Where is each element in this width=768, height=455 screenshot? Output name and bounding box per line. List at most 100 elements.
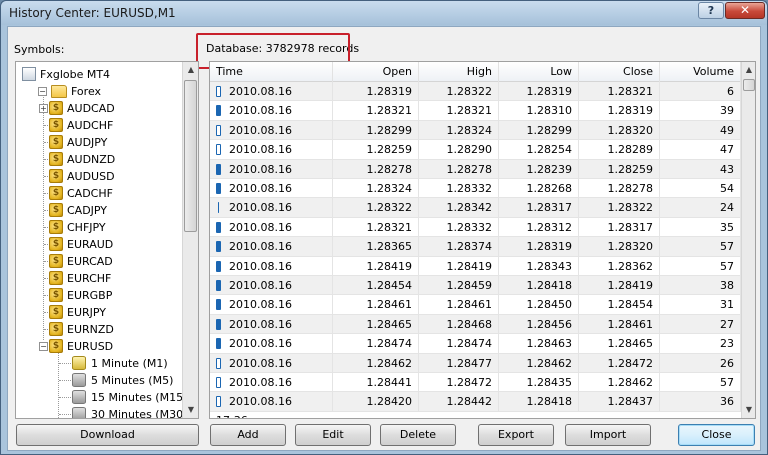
scroll-thumb[interactable] [743, 79, 755, 91]
table-row[interactable]: 2010.08.16 17:36 1.284201.284421.284181.2… [210, 392, 741, 418]
table-row[interactable]: 2010.08.16 17:391.284741.284741.284631.2… [210, 334, 741, 369]
symbol-item[interactable]: $ EURJPY [49, 304, 106, 320]
window-title: History Center: EURUSD,M1 [9, 6, 176, 20]
add-button[interactable]: Add [210, 424, 286, 446]
table-cell: 2010.08.16 17:52 [210, 82, 333, 117]
timeframe-item[interactable]: 15 Minutes (M15) [72, 389, 187, 405]
symbol-item[interactable]: $ AUDJPY [49, 134, 107, 150]
symbol-item[interactable]: $ AUDUSD [49, 168, 115, 184]
symbol-item[interactable]: $ AUDNZD [49, 151, 115, 167]
table-cell: 23 [660, 334, 741, 354]
table-cell: 1.28319 [499, 82, 579, 102]
table-row[interactable]: 2010.08.16 17:421.284541.284591.284181.2… [210, 276, 741, 311]
tree-group-forex[interactable]: − Forex [38, 83, 101, 99]
delete-button[interactable]: Delete [380, 424, 456, 446]
scroll-up-arrow-icon[interactable]: ▲ [742, 62, 755, 78]
currency-icon: $ [49, 186, 63, 200]
symbol-item[interactable]: $ EURNZD [49, 321, 114, 337]
symbol-item[interactable]: $ CADCHF [49, 185, 113, 201]
table-row[interactable]: 2010.08.16 17:451.283211.283321.283121.2… [210, 217, 741, 253]
candle-icon [216, 183, 221, 194]
timeframe-item[interactable]: 1 Minute (M1) [72, 355, 168, 371]
table-row[interactable]: 2010.08.16 17:501.282991.283241.282991.2… [210, 120, 741, 156]
table-row[interactable]: 2010.08.16 17:481.282781.282781.282391.2… [210, 159, 741, 195]
timeframe-item[interactable]: 30 Minutes (M30) [72, 406, 187, 418]
import-button[interactable]: Import [565, 424, 651, 446]
symbol-item[interactable]: $ EURGBP [49, 287, 112, 303]
tree-root[interactable]: Fxglobe MT4 [22, 66, 110, 82]
table-row[interactable]: 2010.08.16 17:511.283211.283211.283101.2… [210, 101, 741, 136]
currency-icon: $ [49, 322, 63, 336]
scroll-up-arrow-icon[interactable]: ▲ [183, 62, 198, 78]
column-header-time[interactable]: Time [210, 62, 333, 82]
table-row[interactable]: 2010.08.16 17:401.284651.284681.284561.2… [210, 314, 741, 350]
table-cell: 1.28239 [499, 159, 579, 179]
table-row[interactable]: 2010.08.16 17:461.283221.283421.283171.2… [210, 198, 741, 233]
symbol-label: EURGBP [67, 288, 113, 302]
symbol-item[interactable]: $ EURCHF [49, 270, 111, 286]
help-button[interactable]: ? [698, 2, 724, 19]
scroll-down-arrow-icon[interactable]: ▼ [742, 402, 755, 418]
table-cell: 1.28332 [419, 217, 499, 238]
table-row[interactable]: 2010.08.16 17:371.284411.284721.284351.2… [210, 373, 741, 408]
export-button[interactable]: Export [478, 424, 554, 446]
table-cell: 2010.08.16 17:48 [210, 159, 333, 195]
table-cell: 43 [660, 159, 741, 179]
history-table[interactable]: Time Open High Low Close Volume 2010.08.… [209, 61, 756, 419]
edit-button[interactable]: Edit [295, 424, 371, 446]
expand-icon[interactable]: + [39, 103, 48, 113]
table-cell: 27 [660, 314, 741, 335]
table-row[interactable]: 2010.08.16 17:521.283191.283221.283191.2… [210, 82, 741, 117]
table-cell: 1.28317 [579, 217, 660, 238]
table-cell: 2010.08.16 17:42 [210, 276, 333, 311]
terminal-icon [22, 67, 36, 81]
currency-icon: $ [49, 203, 63, 217]
table-row[interactable]: 2010.08.16 17:431.284191.284191.283431.2… [210, 256, 741, 292]
table-row[interactable]: 2010.08.16 17:491.282591.282901.282541.2… [210, 140, 741, 175]
table-row[interactable]: 2010.08.16 17:411.284611.284611.284501.2… [210, 295, 741, 330]
collapse-icon[interactable]: − [39, 341, 48, 351]
close-window-button[interactable]: ✕ [725, 2, 765, 19]
download-button[interactable]: Download [16, 424, 199, 446]
table-cell: 57 [660, 373, 741, 393]
tree-scrollbar[interactable]: ▲ ▼ [182, 62, 198, 418]
table-cell: 1.28418 [499, 276, 579, 296]
table-cell: 1.28456 [499, 314, 579, 335]
scroll-thumb[interactable] [184, 80, 197, 232]
column-header-open[interactable]: Open [333, 62, 419, 82]
symbol-item[interactable]: $ EURCAD [49, 253, 113, 269]
table-row[interactable]: 2010.08.16 17:471.283241.283321.282681.2… [210, 179, 741, 214]
column-header-low[interactable]: Low [499, 62, 579, 82]
candle-icon [216, 357, 221, 369]
table-cell: 2010.08.16 17:50 [210, 120, 333, 156]
candle-icon [216, 318, 221, 330]
candle-icon [216, 338, 221, 350]
symbol-item[interactable]: + $ AUDCAD [39, 100, 115, 116]
symbol-item[interactable]: $ AUDCHF [49, 117, 113, 133]
table-cell: 1.28321 [333, 101, 419, 121]
table-cell: 1.28472 [579, 353, 660, 373]
table-row[interactable]: 2010.08.16 17:381.284621.284771.284621.2… [210, 353, 741, 389]
timeframe-item[interactable]: 5 Minutes (M5) [72, 372, 173, 388]
collapse-icon[interactable]: − [38, 86, 47, 96]
database-icon [72, 407, 86, 418]
symbol-label: EURAUD [67, 237, 114, 251]
table-cell: 1.28463 [499, 334, 579, 354]
symbol-item[interactable]: − $ EURUSD [39, 338, 113, 354]
column-header-volume[interactable]: Volume [660, 62, 741, 82]
table-row[interactable]: 2010.08.16 17:441.283651.283741.283191.2… [210, 237, 741, 272]
title-bar[interactable]: History Center: EURUSD,M1 ? ✕ [1, 1, 767, 25]
database-icon [72, 373, 86, 387]
column-header-high[interactable]: High [419, 62, 499, 82]
table-cell: 1.28319 [333, 82, 419, 102]
close-button[interactable]: Close [678, 424, 755, 446]
column-header-close[interactable]: Close [579, 62, 660, 82]
symbol-item[interactable]: $ EURAUD [49, 236, 113, 252]
symbols-tree[interactable]: Fxglobe MT4 − Forex + $ AUDCAD $ AUDCHF $ AUDJ… [15, 61, 199, 419]
table-scrollbar[interactable]: ▲ ▼ [741, 62, 755, 418]
scroll-down-arrow-icon[interactable]: ▼ [183, 402, 198, 418]
symbol-item[interactable]: $ CADJPY [49, 202, 107, 218]
database-icon [72, 390, 86, 404]
currency-icon: $ [49, 271, 63, 285]
symbol-item[interactable]: $ CHFJPY [49, 219, 106, 235]
